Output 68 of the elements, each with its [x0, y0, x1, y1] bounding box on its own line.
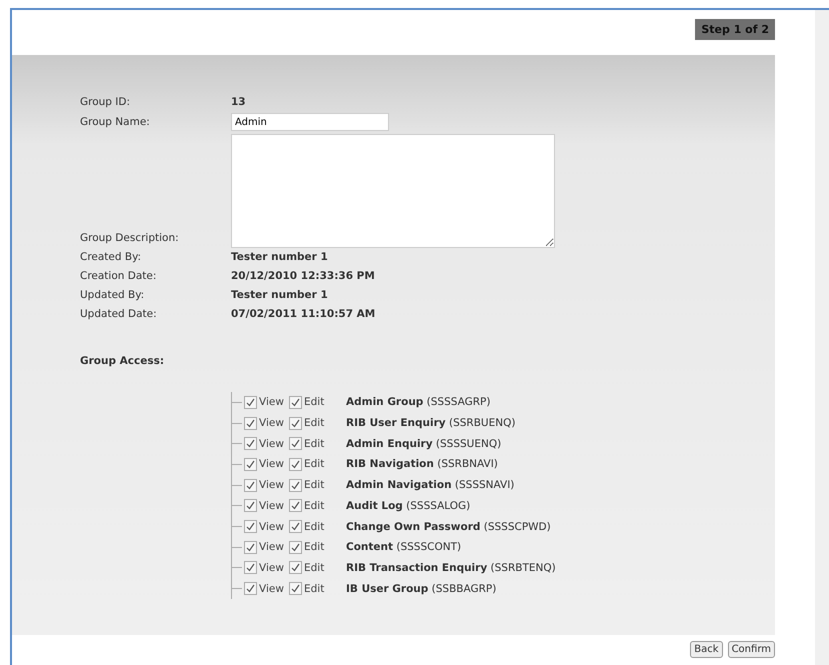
- checkbox[interactable]: [289, 499, 302, 512]
- checkbox[interactable]: [244, 416, 257, 430]
- checkbox-label: View: [259, 438, 285, 450]
- checkbox[interactable]: [244, 437, 257, 450]
- checkbox[interactable]: [289, 416, 302, 430]
- checkbox[interactable]: [289, 561, 302, 574]
- permission-name: Audit Log (SSSSALOG): [346, 500, 470, 512]
- checkbox[interactable]: [244, 458, 257, 471]
- checkbox-label: View: [259, 562, 285, 574]
- checkbox-label: View: [259, 396, 285, 408]
- checkbox-label: Edit: [304, 541, 326, 554]
- section-heading: Group Access:: [80, 354, 164, 369]
- field-label: Group Description:: [80, 231, 180, 246]
- checkbox[interactable]: [244, 520, 257, 534]
- confirm-button[interactable]: Confirm: [728, 641, 775, 658]
- field-value: 20/12/2010 12:33:36 PM: [231, 269, 375, 284]
- checkbox[interactable]: [289, 478, 302, 492]
- checkbox-label: View: [259, 520, 285, 533]
- permission-name: Admin Group (SSSSAGRP): [346, 396, 490, 408]
- checkbox[interactable]: [244, 396, 257, 409]
- step-indicator: Step 1 of 2: [695, 19, 775, 40]
- field-label: Creation Date:: [80, 269, 158, 284]
- field-value: Tester number 1: [231, 288, 328, 303]
- permission-name: RIB Transaction Enquiry (SSRBTENQ): [346, 562, 556, 574]
- description-field[interactable]: [231, 134, 555, 248]
- checkbox-label: View: [259, 582, 285, 595]
- checkbox-label: View: [259, 479, 285, 492]
- checkbox-label: Edit: [304, 417, 326, 430]
- field-label: Group ID:: [80, 95, 132, 110]
- checkbox-label: View: [259, 458, 285, 470]
- checkbox[interactable]: [244, 582, 257, 596]
- field-label: Updated By:: [80, 288, 146, 303]
- checkbox[interactable]: [289, 437, 302, 450]
- permission-name: Admin Enquiry (SSSSUENQ): [346, 438, 502, 450]
- checkbox[interactable]: [289, 520, 302, 534]
- checkbox-label: View: [259, 541, 285, 554]
- checkbox-label: Edit: [304, 520, 326, 533]
- checkbox[interactable]: [289, 540, 302, 554]
- checkbox-label: Edit: [304, 438, 326, 450]
- checkbox[interactable]: [289, 582, 302, 596]
- field-value: Tester number 1: [231, 250, 328, 265]
- checkbox[interactable]: [244, 478, 257, 492]
- field-value: 13: [231, 95, 246, 110]
- checkbox-label: Edit: [304, 562, 326, 574]
- field-label: Updated Date:: [80, 307, 158, 322]
- checkbox-label: Edit: [304, 458, 326, 470]
- checkbox-label: Edit: [304, 479, 326, 492]
- field-value: 07/02/2011 11:10:57 AM: [231, 307, 376, 322]
- checkbox[interactable]: [244, 540, 257, 554]
- group-name-field[interactable]: Admin: [231, 113, 389, 131]
- permission-name: RIB Navigation (SSRBNAVI): [346, 458, 498, 470]
- checkbox-label: Edit: [304, 582, 326, 595]
- checkbox[interactable]: [244, 561, 257, 574]
- checkbox-label: View: [259, 500, 285, 512]
- checkbox[interactable]: [244, 499, 257, 512]
- field-label: Group Name:: [80, 115, 151, 130]
- checkbox-label: View: [259, 417, 285, 430]
- back-button[interactable]: Back: [690, 641, 723, 658]
- checkbox[interactable]: [289, 458, 302, 471]
- checkbox[interactable]: [289, 396, 302, 409]
- permission-name: Content (SSSSCONT): [346, 541, 462, 554]
- permission-name: RIB User Enquiry (SSRBUENQ): [346, 417, 516, 430]
- permission-name: Admin Navigation (SSSSNAVI): [346, 479, 514, 492]
- permission-name: Change Own Password (SSSSCPWD): [346, 520, 551, 533]
- field-label: Created By:: [80, 250, 142, 265]
- permission-name: IB User Group (SSBBAGRP): [346, 582, 496, 595]
- checkbox-label: Edit: [304, 500, 326, 512]
- checkbox-label: Edit: [304, 396, 326, 408]
